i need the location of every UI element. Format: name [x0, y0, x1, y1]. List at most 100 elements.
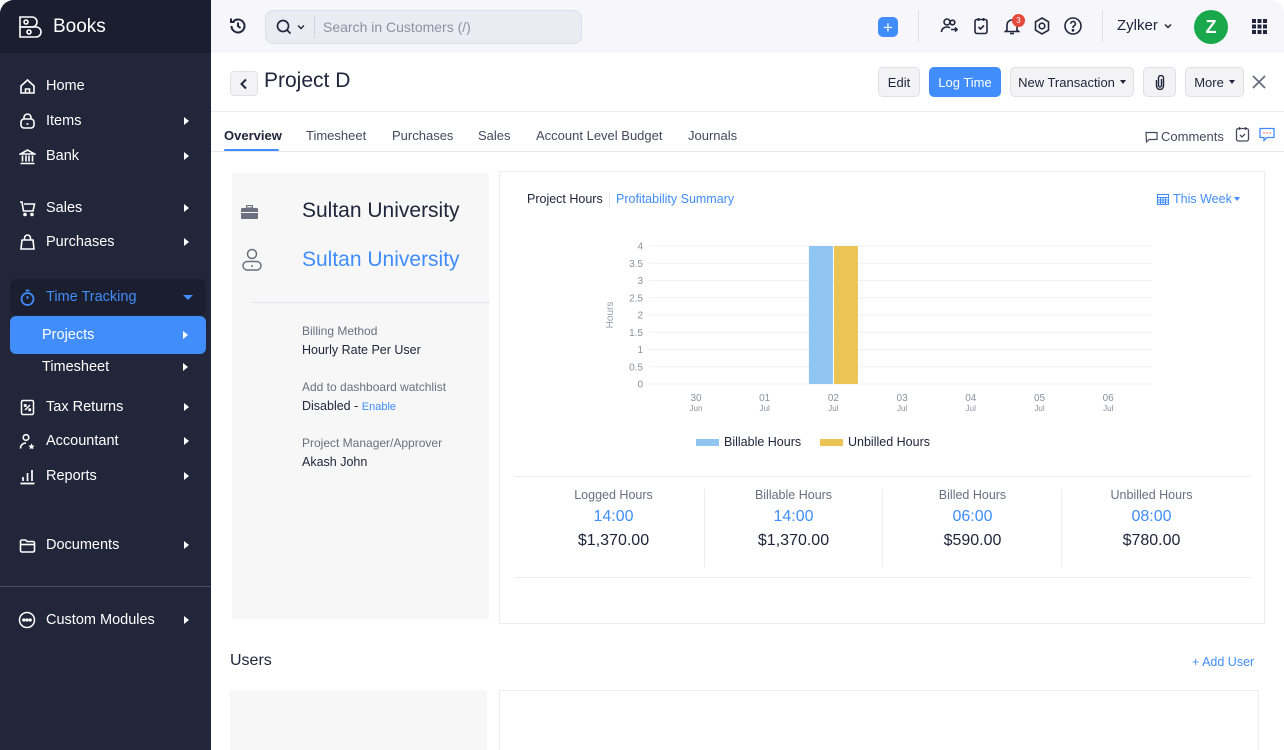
x-tick-month: Jul: [897, 404, 907, 413]
more-label: More: [1194, 74, 1224, 90]
chevron-right-icon: [184, 541, 189, 549]
chart-grid: [649, 245, 1152, 385]
project-manager-label: Project Manager/Approver: [302, 436, 443, 450]
new-transaction-button[interactable]: New Transaction: [1010, 67, 1134, 97]
tab-project-hours[interactable]: Project Hours: [527, 192, 603, 206]
tab-timesheet[interactable]: Timesheet: [306, 128, 366, 143]
edit-button[interactable]: Edit: [878, 67, 920, 97]
help-icon[interactable]: [1063, 16, 1083, 36]
shopping-bag-icon: [18, 233, 36, 251]
bank-icon: [18, 147, 36, 165]
tabs-divider: [211, 151, 1284, 152]
basket-icon: [18, 112, 36, 130]
topbar-separator: [918, 10, 919, 42]
chevron-down-icon[interactable]: [296, 22, 306, 32]
sidebar-item-tax-returns[interactable]: Tax Returns: [0, 390, 211, 424]
sidebar-item-documents[interactable]: Documents: [0, 528, 211, 562]
accountant-icon: [18, 432, 36, 450]
briefcase-icon: [241, 205, 258, 219]
legend-billable[interactable]: Billable Hours: [696, 435, 801, 449]
chevron-right-icon: [184, 616, 189, 624]
page-title: Project D: [264, 69, 351, 92]
sidebar-item-time-tracking[interactable]: Time Tracking: [0, 280, 211, 314]
sidebar-item-sales[interactable]: Sales: [0, 191, 211, 225]
tasks-icon[interactable]: [971, 16, 991, 36]
chevron-right-icon: [184, 403, 189, 411]
attachment-button[interactable]: [1143, 67, 1176, 97]
comments-button[interactable]: Comments: [1145, 129, 1224, 144]
tab-account-level-budget[interactable]: Account Level Budget: [536, 128, 662, 143]
sidebar-item-reports[interactable]: Reports: [0, 459, 211, 493]
y-tick-label: 4: [637, 242, 643, 253]
sidebar-item-accountant[interactable]: Accountant: [0, 424, 211, 458]
comment-icon: [1145, 131, 1158, 143]
search-input[interactable]: [323, 19, 573, 35]
chevron-left-icon: [240, 78, 247, 89]
caret-down-icon: [1233, 197, 1240, 201]
sidebar-item-home[interactable]: Home: [0, 69, 211, 103]
y-tick-label: 2.5: [629, 293, 643, 304]
period-selector[interactable]: This Week: [1157, 192, 1240, 206]
back-button[interactable]: [230, 71, 258, 96]
info-divider: [252, 302, 489, 303]
project-hours-panel: Project Hours Profitability Summary This…: [499, 171, 1265, 624]
add-user-link[interactable]: + Add User: [1192, 655, 1254, 669]
legend-unbilled[interactable]: Unbilled Hours: [820, 435, 930, 449]
organization-switcher[interactable]: Zylker: [1117, 17, 1173, 34]
project-hours-chart: 00.511.522.533.54 Hours 30Jun01Jul02Jul0…: [605, 242, 1152, 413]
sidebar-item-purchases[interactable]: Purchases: [0, 225, 211, 259]
recent-activity-icon[interactable]: [228, 16, 248, 36]
sidebar-item-items[interactable]: Items: [0, 104, 211, 138]
stat-hours[interactable]: 06:00: [883, 508, 1062, 526]
stats-divider-bottom: [514, 577, 1251, 578]
avatar[interactable]: Z: [1194, 10, 1228, 44]
stat-hours[interactable]: 14:00: [524, 508, 703, 526]
tab-journals[interactable]: Journals: [688, 128, 737, 143]
project-manager-value: Akash John: [302, 455, 368, 469]
enable-watchlist-link[interactable]: Enable: [362, 401, 396, 413]
sidebar-divider: [0, 586, 211, 587]
tab-overview[interactable]: Overview: [224, 128, 282, 143]
chevron-right-icon: [184, 238, 189, 246]
sidebar-item-bank[interactable]: Bank: [0, 139, 211, 173]
quick-create-button[interactable]: +: [878, 17, 898, 37]
y-tick-label: 0: [637, 380, 643, 391]
tasks-icon[interactable]: [1235, 126, 1250, 142]
chat-icon[interactable]: [1259, 127, 1275, 142]
stat-hours[interactable]: 08:00: [1062, 508, 1241, 526]
project-info-panel: Sultan University Sultan University Bill…: [232, 173, 489, 619]
users-icon[interactable]: [939, 16, 959, 36]
close-icon[interactable]: [1250, 73, 1268, 91]
sidebar-item-custom-modules[interactable]: Custom Modules: [0, 603, 211, 637]
sidebar-item-label: Purchases: [46, 234, 115, 250]
users-left-panel: [230, 690, 487, 750]
log-time-button[interactable]: Log Time: [929, 67, 1001, 97]
y-tick-label: 3.5: [629, 259, 643, 270]
app-name: Books: [53, 15, 106, 37]
settings-icon[interactable]: [1032, 16, 1052, 36]
tax-icon: [18, 398, 36, 416]
stat-label: Unbilled Hours: [1110, 488, 1193, 502]
sidebar-item-label: Timesheet: [42, 359, 110, 375]
stat-hours[interactable]: 14:00: [704, 508, 883, 526]
notification-badge: 3: [1012, 14, 1025, 27]
y-tick-label: 1: [637, 345, 643, 356]
stat-billed-hours: Billed Hours 06:00 $590.00: [883, 488, 1062, 550]
customer-name-link[interactable]: Sultan University: [302, 248, 460, 272]
app-grid-icon[interactable]: [1252, 19, 1267, 34]
sidebar-subitem-timesheet[interactable]: Timesheet: [10, 348, 206, 386]
stat-label: Billed Hours: [938, 488, 1007, 502]
chevron-right-icon: [184, 204, 189, 212]
search-bar[interactable]: [265, 10, 582, 44]
tab-purchases[interactable]: Purchases: [392, 128, 453, 143]
more-button[interactable]: More: [1185, 67, 1244, 97]
chevron-right-icon: [184, 152, 189, 160]
tab-sales[interactable]: Sales: [478, 128, 511, 143]
chevron-right-icon: [184, 472, 189, 480]
brand[interactable]: Books: [0, 0, 211, 53]
tab-profitability-summary[interactable]: Profitability Summary: [616, 192, 734, 206]
x-tick-month: Jun: [690, 404, 703, 413]
x-tick-month: Jul: [966, 404, 976, 413]
calendar-icon: [1157, 194, 1169, 205]
x-tick-label: 30: [690, 393, 702, 404]
